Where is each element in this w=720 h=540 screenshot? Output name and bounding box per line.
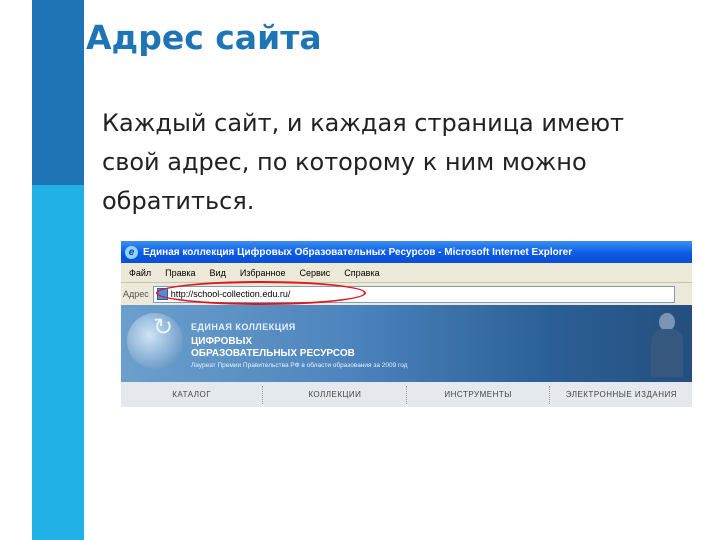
nav-catalog[interactable]: КАТАЛОГ (121, 390, 262, 399)
window-title: Единая коллекция Цифровых Образовательны… (143, 246, 573, 258)
browser-screenshot: e Единая коллекция Цифровых Образователь… (121, 241, 692, 407)
browser-menu-bar: Файл Правка Вид Избранное Сервис Справка (121, 263, 692, 283)
brand-line-1: ЕДИНАЯ КОЛЛЕКЦИЯ (191, 322, 296, 332)
address-label: Адрес (123, 289, 149, 299)
site-logo-disc-icon: ↻ (127, 313, 183, 369)
brand-line-3: ОБРАЗОВАТЕЛЬНЫХ РЕСУРСОВ (191, 348, 355, 359)
menu-item-tools[interactable]: Сервис (299, 268, 330, 278)
menu-item-file[interactable]: Файл (129, 268, 151, 278)
browser-title-bar: e Единая коллекция Цифровых Образователь… (121, 241, 692, 263)
accent-bar-bottom (32, 185, 84, 540)
nav-tools[interactable]: ИНСТРУМЕНТЫ (408, 390, 549, 399)
ie-logo-icon: e (125, 245, 138, 259)
slide-body-text: Каждый сайт, и каждая страница имеют сво… (102, 109, 625, 215)
nav-collections[interactable]: КОЛЛЕКЦИИ (264, 390, 405, 399)
logo-arrow-icon: ↻ (153, 314, 174, 341)
accent-bar-top (32, 0, 84, 185)
nav-e-publications[interactable]: ЭЛЕКТРОННЫЕ ИЗДАНИЯ (551, 390, 692, 399)
site-banner: ↻ ЕДИНАЯ КОЛЛЕКЦИЯ ЦИФРОВЫХ ОБРАЗОВАТЕЛЬ… (121, 305, 692, 382)
slide-title: Адрес сайта (86, 18, 322, 57)
menu-item-help[interactable]: Справка (344, 268, 379, 278)
site-nav: КАТАЛОГ КОЛЛЕКЦИИ ИНСТРУМЕНТЫ ЭЛЕКТРОННЫ… (121, 382, 692, 407)
brand-tagline: Лауреат Премии Правительства РФ в област… (191, 362, 408, 369)
brand-lines: ЦИФРОВЫХ ОБРАЗОВАТЕЛЬНЫХ РЕСУРСОВ (191, 336, 355, 360)
menu-item-edit[interactable]: Правка (165, 268, 195, 278)
address-highlight-oval (156, 281, 366, 305)
menu-item-view[interactable]: Вид (210, 268, 226, 278)
brand-line-2: ЦИФРОВЫХ (191, 336, 253, 347)
person-image-icon (649, 313, 685, 377)
menu-item-favorites[interactable]: Избранное (240, 268, 286, 278)
